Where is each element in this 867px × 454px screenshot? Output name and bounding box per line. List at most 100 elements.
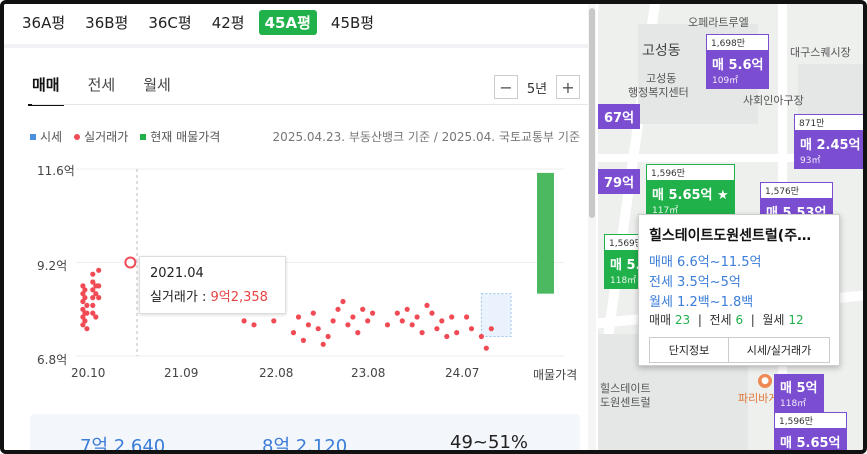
transaction-point bbox=[360, 306, 366, 312]
window-frame: 36A평 36B평 36C평 42평 45A평 45B평 매매 전세 월세 − … bbox=[0, 0, 867, 454]
transaction-point bbox=[409, 322, 415, 328]
complex-info-button[interactable]: 단지정보 bbox=[649, 337, 729, 363]
period-plus-button[interactable]: + bbox=[556, 75, 580, 99]
price-history-button[interactable]: 시세/실거래가 bbox=[729, 337, 830, 363]
popup-monthly-range: 월세 1.2백~1.8백 bbox=[649, 295, 754, 310]
area-type-tabs: 36A평 36B평 36C평 42평 45A평 45B평 bbox=[16, 8, 380, 36]
bakery-pin-icon[interactable]: ● bbox=[758, 374, 772, 388]
marker-unit-price: 1,596만 bbox=[774, 412, 847, 429]
tab-45a[interactable]: 45A평 bbox=[258, 9, 317, 35]
legend-swatch-icon bbox=[140, 133, 147, 140]
count-monthly: 12 bbox=[788, 313, 804, 327]
legend-dot-icon bbox=[74, 133, 81, 140]
transaction-point bbox=[454, 330, 460, 336]
tab-36b[interactable]: 36B평 bbox=[79, 10, 134, 35]
count-jeonse-label: 전세 bbox=[709, 313, 732, 327]
tooltip-label: 실거래가 : bbox=[150, 290, 211, 305]
popup-buttons: 단지정보 시세/실거래가 bbox=[649, 337, 830, 363]
marker-price: 67억 bbox=[598, 104, 641, 129]
price-marker[interactable]: 매 5억 118㎡ bbox=[774, 374, 824, 412]
price-marker[interactable]: 871만 매 2.45억 93㎡ bbox=[794, 114, 863, 169]
price-marker[interactable]: 1,698만 매 5.6억 109㎡ bbox=[706, 34, 770, 89]
transaction-point bbox=[434, 326, 440, 332]
tooltip-date: 2021.04 bbox=[150, 266, 204, 281]
map-label: 고성동 bbox=[642, 43, 681, 59]
map-label: 도원센트럴 bbox=[600, 396, 651, 409]
transaction-point bbox=[404, 306, 410, 312]
popup-sale-range: 매매 6.6억~11.5억 bbox=[649, 255, 762, 270]
popup-jeonse-range: 전세 3.5억~5억 bbox=[649, 275, 741, 290]
legend-item-market: 시세 bbox=[30, 128, 62, 145]
tab-36a[interactable]: 36A평 bbox=[16, 10, 71, 35]
transaction-point bbox=[90, 271, 96, 277]
legend-label: 현재 매물가격 bbox=[150, 130, 221, 144]
marker-price: 매 5.65억 ★ bbox=[652, 188, 729, 203]
marker-area: 109㎡ bbox=[712, 76, 739, 86]
listing-price-bar bbox=[537, 172, 554, 294]
map-label: 대구스퀘시장 bbox=[790, 46, 851, 59]
transaction-point bbox=[82, 318, 88, 324]
transaction-point bbox=[355, 330, 361, 336]
price-summary: 7억 2,640 8억 2,120 49~51% bbox=[30, 414, 580, 454]
transaction-point bbox=[468, 326, 475, 332]
transaction-point bbox=[350, 314, 356, 320]
marker-unit-price: 1,596만 bbox=[646, 164, 735, 181]
x-tick-label: 24.07 bbox=[445, 366, 480, 380]
x-tick-label: 20.10 bbox=[71, 366, 106, 380]
transaction-point bbox=[488, 326, 494, 332]
map-label: 오페라트루엘 bbox=[688, 16, 749, 29]
period-selector: − 5년 + bbox=[494, 75, 580, 99]
price-chart[interactable] bbox=[4, 154, 594, 384]
scrollbar-thumb[interactable] bbox=[589, 8, 595, 218]
popup-title[interactable]: 힐스테이트도원센트럴(주… bbox=[649, 225, 833, 245]
transaction-point bbox=[414, 314, 420, 320]
transaction-point bbox=[384, 322, 391, 328]
transaction-point bbox=[320, 341, 326, 347]
transaction-point bbox=[82, 287, 88, 293]
price-panel: 36A평 36B평 36C평 42평 45A평 45B평 매매 전세 월세 − … bbox=[4, 4, 594, 454]
transaction-point bbox=[370, 310, 376, 316]
transaction-point bbox=[251, 322, 257, 328]
divider bbox=[4, 44, 594, 48]
period-minus-button[interactable]: − bbox=[494, 75, 518, 99]
map-label: 사회인아구장 bbox=[743, 94, 804, 107]
transaction-point bbox=[84, 302, 90, 308]
transaction-point bbox=[483, 345, 489, 351]
count-jeonse: 6 bbox=[735, 313, 744, 327]
transaction-point bbox=[295, 314, 302, 320]
price-marker[interactable]: 79억 bbox=[598, 169, 641, 194]
transaction-point bbox=[330, 318, 336, 324]
tab-monthly[interactable]: 월세 bbox=[143, 74, 171, 95]
transaction-point bbox=[241, 318, 247, 324]
transaction-point bbox=[478, 333, 484, 340]
transaction-point bbox=[399, 318, 405, 324]
price-marker-selected[interactable]: 1,596만 매 5.65억 ★ 117㎡ bbox=[646, 164, 735, 219]
tab-45b[interactable]: 45B평 bbox=[325, 10, 380, 35]
transaction-point bbox=[365, 318, 371, 324]
transaction-point bbox=[93, 314, 99, 320]
tab-42[interactable]: 42평 bbox=[206, 10, 251, 35]
x-tick-label: 매물가격 bbox=[533, 368, 578, 382]
transaction-point bbox=[394, 310, 400, 316]
summary-value-2: 8억 2,120 bbox=[262, 436, 348, 454]
transaction-point bbox=[315, 326, 321, 332]
transaction-point bbox=[325, 333, 331, 340]
transaction-point bbox=[429, 310, 435, 316]
marker-unit-price: 1,576만 bbox=[760, 182, 833, 199]
complex-popup[interactable]: 힐스테이트도원센트럴(주… 매매 6.6억~11.5억 전세 3.5억~5억 월… bbox=[638, 214, 840, 366]
tab-jeonse[interactable]: 전세 bbox=[88, 74, 116, 95]
summary-value-1: 7억 2,640 bbox=[80, 436, 166, 454]
transaction-point bbox=[424, 302, 430, 308]
tab-sale[interactable]: 매매 bbox=[28, 74, 64, 106]
legend-label: 시세 bbox=[40, 130, 63, 144]
count-monthly-label: 월세 bbox=[762, 313, 785, 327]
count-sale-label: 매매 bbox=[649, 313, 672, 327]
price-marker[interactable]: 67억 bbox=[598, 104, 641, 129]
tab-36c[interactable]: 36C평 bbox=[142, 10, 197, 35]
transaction-point bbox=[96, 295, 102, 301]
transaction-point bbox=[271, 318, 277, 324]
marker-unit-price: 1,698만 bbox=[706, 34, 770, 51]
marker-price: 매 5.65억 bbox=[780, 436, 841, 451]
price-marker[interactable]: 1,596만 매 5.65억 bbox=[774, 412, 847, 451]
transaction-point bbox=[96, 267, 102, 273]
